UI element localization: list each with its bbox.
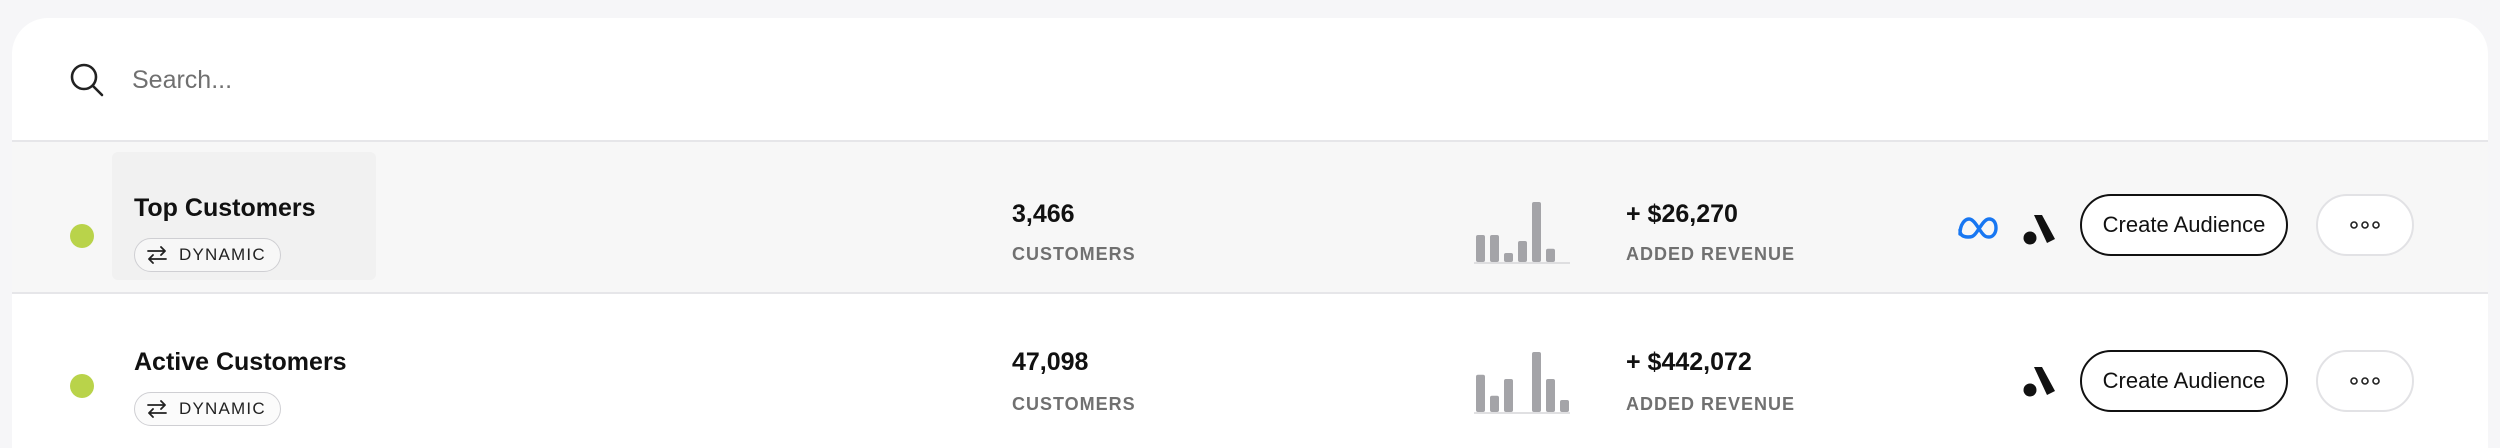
revenue-sparkline	[1474, 352, 1570, 414]
customers-label: CUSTOMERS	[1012, 394, 1136, 414]
added-revenue-value: + $442,072	[1626, 348, 1752, 376]
type-badge: DYNAMIC	[134, 238, 281, 272]
status-dot	[70, 224, 94, 248]
sparkline-bar	[1518, 241, 1527, 262]
sparkline-bar	[1560, 400, 1569, 412]
sparkline-bar	[1476, 374, 1485, 412]
audience-name[interactable]: Active Customers	[134, 348, 347, 377]
search-input[interactable]	[130, 54, 1334, 106]
sparkline-bar	[1490, 235, 1499, 262]
a-icon	[2023, 367, 2055, 397]
sparkline-bar	[1504, 253, 1513, 262]
search-bar	[12, 18, 2488, 142]
sparkline-bar	[1490, 395, 1499, 412]
sparkline-bar	[1476, 235, 1485, 262]
create-audience-button[interactable]: Create Audience	[2080, 350, 2288, 412]
customers-count: 3,466	[1012, 200, 1075, 228]
customers-count: 47,098	[1012, 348, 1089, 376]
status-dot	[70, 374, 94, 398]
type-badge: DYNAMIC	[134, 392, 281, 426]
audience-row[interactable]: Top Customers DYNAMIC 3,466 CUSTOMERS + …	[12, 142, 2488, 294]
more-options-button[interactable]	[2316, 350, 2414, 412]
more-dots-icon	[2350, 377, 2380, 385]
added-revenue-value: + $26,270	[1626, 200, 1738, 228]
audience-name[interactable]: Top Customers	[134, 194, 316, 223]
sparkline-bar	[1532, 202, 1541, 262]
audience-row[interactable]: Active Customers DYNAMIC 47,098 CUSTOMER…	[12, 294, 2488, 448]
meta-icon	[1958, 217, 1998, 239]
added-revenue-label: ADDED REVENUE	[1626, 244, 1796, 264]
sparkline-bar	[1532, 352, 1541, 412]
sparkline-bar	[1504, 379, 1513, 412]
search-icon	[70, 63, 104, 97]
revenue-sparkline	[1474, 202, 1570, 264]
more-options-button[interactable]	[2316, 194, 2414, 256]
create-audience-button[interactable]: Create Audience	[2080, 194, 2288, 256]
more-dots-icon	[2350, 221, 2380, 229]
swap-arrows-icon	[147, 246, 167, 264]
audience-list-card: Top Customers DYNAMIC 3,466 CUSTOMERS + …	[12, 18, 2488, 448]
customers-label: CUSTOMERS	[1012, 244, 1136, 264]
type-badge-label: DYNAMIC	[179, 245, 266, 264]
sparkline-bar	[1546, 379, 1555, 412]
added-revenue-label: ADDED REVENUE	[1626, 394, 1796, 414]
swap-arrows-icon	[147, 400, 167, 418]
a-icon	[2023, 215, 2055, 245]
type-badge-label: DYNAMIC	[179, 399, 266, 418]
sparkline-bar	[1546, 248, 1555, 262]
